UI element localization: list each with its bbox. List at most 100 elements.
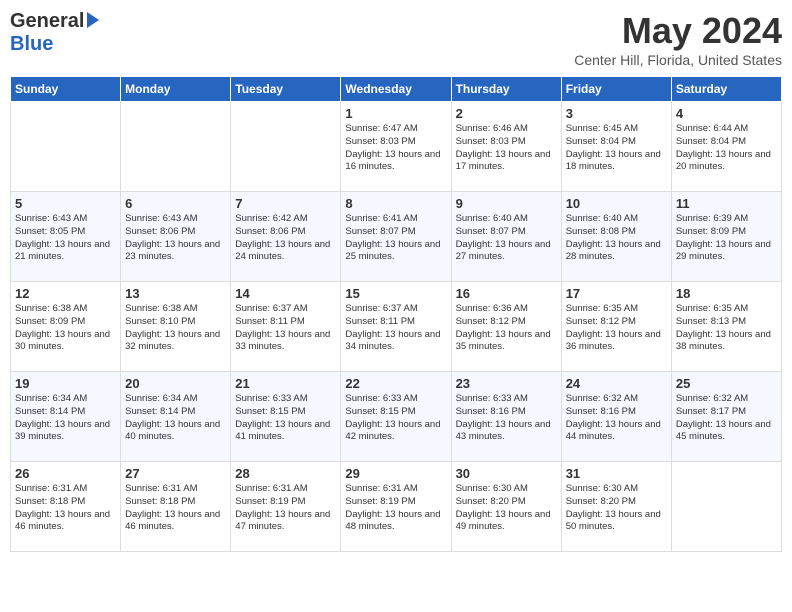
cell-detail: Sunrise: 6:37 AM Sunset: 8:11 PM Dayligh… xyxy=(345,303,446,354)
calendar-cell: 5 Sunrise: 6:43 AM Sunset: 8:05 PM Daylig… xyxy=(11,192,121,282)
calendar-cell: 13Sunrise: 6:38 AM Sunset: 8:10 PM Dayli… xyxy=(121,282,231,372)
calendar-cell: 4 Sunrise: 6:44 AM Sunset: 8:04 PM Daylig… xyxy=(671,102,781,192)
cell-detail: Sunrise: 6:32 AM Sunset: 8:17 PM Dayligh… xyxy=(676,393,777,444)
day-number: 1 xyxy=(345,106,446,121)
calendar-cell: 7Sunrise: 6:42 AM Sunset: 8:06 PM Daylig… xyxy=(231,192,341,282)
day-header-thursday: Thursday xyxy=(451,77,561,102)
calendar-cell: 15 Sunrise: 6:37 AM Sunset: 8:11 PM Dayli… xyxy=(341,282,451,372)
cell-detail: Sunrise: 6:43 AM Sunset: 8:05 PM Dayligh… xyxy=(15,213,116,264)
cell-detail: Sunrise: 6:34 AM Sunset: 8:14 PM Dayligh… xyxy=(125,393,226,444)
week-row: 5 Sunrise: 6:43 AM Sunset: 8:05 PM Daylig… xyxy=(11,192,782,282)
logo-blue: Blue xyxy=(10,33,53,56)
day-header-tuesday: Tuesday xyxy=(231,77,341,102)
calendar-cell: 24 Sunrise: 6:32 AM Sunset: 8:16 PM Dayli… xyxy=(561,372,671,462)
calendar-cell xyxy=(231,102,341,192)
day-number: 25 xyxy=(676,376,777,391)
day-number: 9 xyxy=(456,196,557,211)
day-header-sunday: Sunday xyxy=(11,77,121,102)
day-number: 10 xyxy=(566,196,667,211)
cell-detail: Sunrise: 6:35 AM Sunset: 8:13 PM Dayligh… xyxy=(676,303,777,354)
calendar-cell: 2 Sunrise: 6:46 AM Sunset: 8:03 PM Daylig… xyxy=(451,102,561,192)
location-title: Center Hill, Florida, United States xyxy=(574,52,782,68)
calendar-cell: 1 Sunrise: 6:47 AM Sunset: 8:03 PM Daylig… xyxy=(341,102,451,192)
day-number: 28 xyxy=(235,466,336,481)
calendar-cell: 29 Sunrise: 6:31 AM Sunset: 8:19 PM Dayli… xyxy=(341,462,451,552)
calendar-cell: 19 Sunrise: 6:34 AM Sunset: 8:14 PM Dayli… xyxy=(11,372,121,462)
day-number: 17 xyxy=(566,286,667,301)
cell-detail: Sunrise: 6:33 AM Sunset: 8:16 PM Dayligh… xyxy=(456,393,557,444)
cell-detail: Sunrise: 6:34 AM Sunset: 8:14 PM Dayligh… xyxy=(15,393,116,444)
cell-detail: Sunrise: 6:35 AM Sunset: 8:12 PM Dayligh… xyxy=(566,303,667,354)
cell-detail: Sunrise: 6:31 AM Sunset: 8:18 PM Dayligh… xyxy=(15,483,116,534)
cell-detail: Sunrise: 6:37 AM Sunset: 8:11 PM Dayligh… xyxy=(235,303,336,354)
day-number: 19 xyxy=(15,376,116,391)
month-title: May 2024 xyxy=(574,10,782,52)
calendar-cell xyxy=(121,102,231,192)
day-number: 20 xyxy=(125,376,226,391)
day-number: 4 xyxy=(676,106,777,121)
cell-detail: Sunrise: 6:30 AM Sunset: 8:20 PM Dayligh… xyxy=(456,483,557,534)
calendar-cell: 31 Sunrise: 6:30 AM Sunset: 8:20 PM Dayli… xyxy=(561,462,671,552)
cell-detail: Sunrise: 6:44 AM Sunset: 8:04 PM Dayligh… xyxy=(676,123,777,174)
cell-detail: Sunrise: 6:30 AM Sunset: 8:20 PM Dayligh… xyxy=(566,483,667,534)
day-number: 31 xyxy=(566,466,667,481)
day-header-wednesday: Wednesday xyxy=(341,77,451,102)
day-number: 24 xyxy=(566,376,667,391)
calendar-table: SundayMondayTuesdayWednesdayThursdayFrid… xyxy=(10,76,782,552)
cell-detail: Sunrise: 6:33 AM Sunset: 8:15 PM Dayligh… xyxy=(235,393,336,444)
day-number: 22 xyxy=(345,376,446,391)
cell-detail: Sunrise: 6:41 AM Sunset: 8:07 PM Dayligh… xyxy=(345,213,446,264)
day-number: 16 xyxy=(456,286,557,301)
day-number: 21 xyxy=(235,376,336,391)
calendar-cell: 26 Sunrise: 6:31 AM Sunset: 8:18 PM Dayli… xyxy=(11,462,121,552)
cell-detail: Sunrise: 6:36 AM Sunset: 8:12 PM Dayligh… xyxy=(456,303,557,354)
calendar-cell: 27 Sunrise: 6:31 AM Sunset: 8:18 PM Dayli… xyxy=(121,462,231,552)
day-number: 8 xyxy=(345,196,446,211)
day-header-monday: Monday xyxy=(121,77,231,102)
cell-detail: Sunrise: 6:45 AM Sunset: 8:04 PM Dayligh… xyxy=(566,123,667,174)
calendar-cell: 6Sunrise: 6:43 AM Sunset: 8:06 PM Daylig… xyxy=(121,192,231,282)
week-row: 1 Sunrise: 6:47 AM Sunset: 8:03 PM Daylig… xyxy=(11,102,782,192)
cell-detail: Sunrise: 6:38 AM Sunset: 8:09 PM Dayligh… xyxy=(15,303,116,354)
day-number: 14 xyxy=(235,286,336,301)
header-row: SundayMondayTuesdayWednesdayThursdayFrid… xyxy=(11,77,782,102)
cell-detail: Sunrise: 6:31 AM Sunset: 8:19 PM Dayligh… xyxy=(345,483,446,534)
day-header-friday: Friday xyxy=(561,77,671,102)
day-number: 2 xyxy=(456,106,557,121)
day-number: 11 xyxy=(676,196,777,211)
calendar-cell: 17 Sunrise: 6:35 AM Sunset: 8:12 PM Dayli… xyxy=(561,282,671,372)
cell-detail: Sunrise: 6:40 AM Sunset: 8:08 PM Dayligh… xyxy=(566,213,667,264)
calendar-cell: 28 Sunrise: 6:31 AM Sunset: 8:19 PM Dayli… xyxy=(231,462,341,552)
cell-detail: Sunrise: 6:31 AM Sunset: 8:18 PM Dayligh… xyxy=(125,483,226,534)
cell-detail: Sunrise: 6:31 AM Sunset: 8:19 PM Dayligh… xyxy=(235,483,336,534)
cell-detail: Sunrise: 6:43 AM Sunset: 8:06 PM Dayligh… xyxy=(125,213,226,264)
calendar-cell: 14 Sunrise: 6:37 AM Sunset: 8:11 PM Dayli… xyxy=(231,282,341,372)
week-row: 12 Sunrise: 6:38 AM Sunset: 8:09 PM Dayli… xyxy=(11,282,782,372)
calendar-cell: 18Sunrise: 6:35 AM Sunset: 8:13 PM Dayli… xyxy=(671,282,781,372)
calendar-cell xyxy=(11,102,121,192)
day-number: 5 xyxy=(15,196,116,211)
day-number: 3 xyxy=(566,106,667,121)
calendar-cell: 21 Sunrise: 6:33 AM Sunset: 8:15 PM Dayli… xyxy=(231,372,341,462)
calendar-cell: 25 Sunrise: 6:32 AM Sunset: 8:17 PM Dayli… xyxy=(671,372,781,462)
calendar-cell: 22Sunrise: 6:33 AM Sunset: 8:15 PM Dayli… xyxy=(341,372,451,462)
cell-detail: Sunrise: 6:39 AM Sunset: 8:09 PM Dayligh… xyxy=(676,213,777,264)
page-header: General Blue May 2024 Center Hill, Flori… xyxy=(10,10,782,68)
logo-general: General xyxy=(10,10,84,33)
day-number: 26 xyxy=(15,466,116,481)
cell-detail: Sunrise: 6:38 AM Sunset: 8:10 PM Dayligh… xyxy=(125,303,226,354)
day-number: 30 xyxy=(456,466,557,481)
day-number: 27 xyxy=(125,466,226,481)
title-area: May 2024 Center Hill, Florida, United St… xyxy=(574,10,782,68)
calendar-cell: 12 Sunrise: 6:38 AM Sunset: 8:09 PM Dayli… xyxy=(11,282,121,372)
cell-detail: Sunrise: 6:46 AM Sunset: 8:03 PM Dayligh… xyxy=(456,123,557,174)
calendar-cell: 16 Sunrise: 6:36 AM Sunset: 8:12 PM Dayli… xyxy=(451,282,561,372)
day-number: 29 xyxy=(345,466,446,481)
day-number: 12 xyxy=(15,286,116,301)
day-header-saturday: Saturday xyxy=(671,77,781,102)
cell-detail: Sunrise: 6:32 AM Sunset: 8:16 PM Dayligh… xyxy=(566,393,667,444)
calendar-cell: 10 Sunrise: 6:40 AM Sunset: 8:08 PM Dayli… xyxy=(561,192,671,282)
logo: General Blue xyxy=(10,10,99,56)
cell-detail: Sunrise: 6:47 AM Sunset: 8:03 PM Dayligh… xyxy=(345,123,446,174)
day-number: 15 xyxy=(345,286,446,301)
